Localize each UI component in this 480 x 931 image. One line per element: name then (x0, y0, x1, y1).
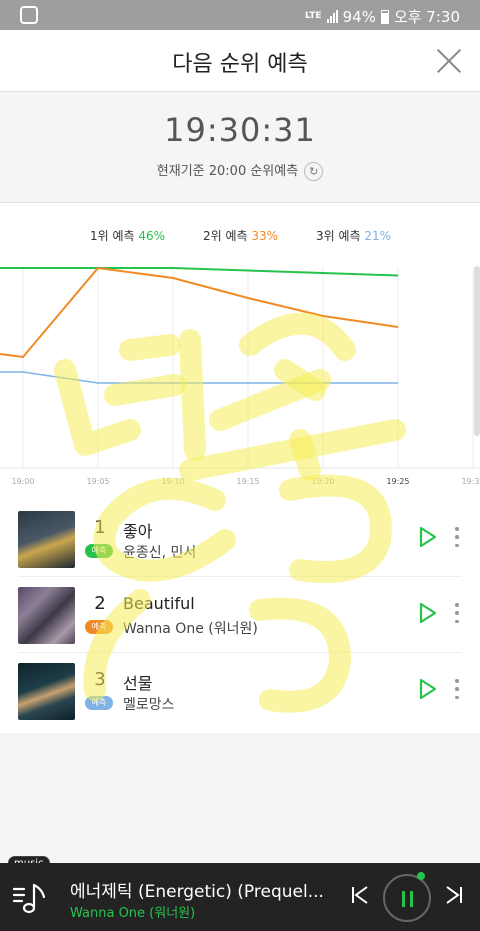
chart-scrollbar[interactable] (474, 266, 480, 436)
x-tick-label: 19:25 (386, 477, 409, 486)
more-vertical-icon[interactable] (454, 527, 460, 547)
battery-percent: 94% (342, 7, 376, 26)
x-tick-label: 19:30 (461, 477, 480, 486)
x-tick-label: 19:05 (86, 477, 109, 486)
countdown-panel: 19:30:31 현재기준 20:00 순위예측 ↻ (0, 93, 480, 203)
mini-player[interactable]: 에너제틱 (Energetic) (Prequel... Wanna One (… (0, 863, 480, 931)
prediction-badge: 예측 (85, 696, 113, 710)
close-icon[interactable] (436, 48, 462, 74)
list-item[interactable]: 3 선물 예측 멜로망스 (0, 653, 480, 729)
song-title: Beautiful (123, 594, 195, 613)
x-tick-label: 19:10 (161, 477, 184, 486)
more-vertical-icon[interactable] (454, 603, 460, 623)
app-notification-icon (20, 6, 38, 24)
more-vertical-icon[interactable] (454, 679, 460, 699)
rank-number: 3 (94, 669, 106, 690)
x-tick-label: 19:00 (11, 477, 34, 486)
network-type: LTE (305, 11, 322, 21)
x-tick-label: 19:15 (236, 477, 259, 486)
pause-icon (402, 891, 405, 907)
series-line-3 (0, 371, 398, 384)
progress-indicator (417, 872, 425, 880)
list-item[interactable]: 2 Beautiful 예측 Wanna One (워너원) (0, 577, 480, 653)
signal-icon (326, 10, 338, 23)
chart-plot: 19:00 19:05 19:10 19:15 19:20 19:25 19:30 (0, 266, 480, 486)
list-item[interactable]: 1 좋아 예측 윤종신, 민서 (0, 501, 480, 577)
play-icon[interactable] (415, 601, 439, 625)
song-title: 선물 (123, 674, 153, 693)
refresh-icon[interactable]: ↻ (304, 162, 324, 181)
album-art (18, 663, 75, 720)
album-art (18, 587, 75, 644)
x-tick-label: 19:20 (311, 477, 334, 486)
battery-icon (380, 9, 389, 24)
header: 다음 순위 예측 (0, 30, 480, 92)
ranking-list: 1 좋아 예측 윤종신, 민서 2 Beautiful 예측 Wanna One… (0, 493, 480, 733)
page-title: 다음 순위 예측 (172, 52, 308, 77)
now-playing-artist: Wanna One (워너원) (70, 906, 196, 921)
music-note-icon[interactable] (12, 877, 48, 917)
skip-next-icon[interactable] (444, 883, 464, 907)
status-bar: LTE 94% 오후 7:30 (0, 0, 480, 30)
prediction-badge: 예측 (85, 544, 113, 558)
artist-name: 윤종신, 민서 (123, 545, 197, 561)
status-icons: LTE 94% 오후 7:30 (305, 6, 460, 27)
prediction-chart: 1위 예측 46% 2위 예측 33% 3위 예측 21% 19:00 19:05… (0, 203, 480, 493)
song-title: 좋아 (123, 522, 153, 541)
pause-button[interactable] (383, 872, 431, 922)
play-icon[interactable] (415, 525, 439, 549)
clock: 오후 7:30 (393, 8, 460, 26)
rank-number: 1 (94, 517, 106, 538)
prediction-basis-text: 현재기준 20:00 순위예측 (156, 164, 299, 179)
artist-name: Wanna One (워너원) (123, 621, 258, 637)
prediction-badge: 예측 (85, 620, 113, 634)
series-line-1 (0, 267, 399, 277)
now-playing-title: 에너제틱 (Energetic) (Prequel... (70, 882, 324, 902)
series-line-2 (0, 266, 399, 359)
artist-name: 멜로망스 (123, 697, 175, 713)
prediction-basis: 현재기준 20:00 순위예측 ↻ (0, 160, 480, 181)
rank-number: 2 (94, 593, 106, 614)
play-icon[interactable] (415, 677, 439, 701)
album-art (18, 511, 75, 568)
skip-previous-icon[interactable] (350, 883, 370, 907)
countdown-time: 19:30:31 (164, 111, 316, 149)
